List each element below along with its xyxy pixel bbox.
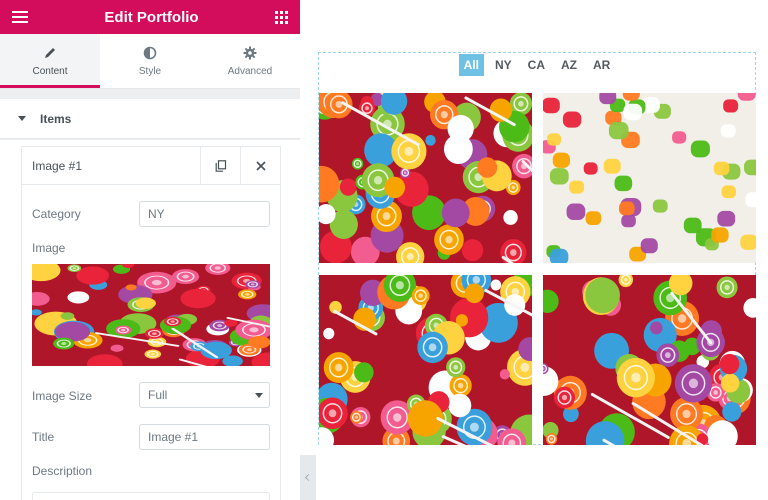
portfolio-widget[interactable]: All NY CA AZ AR [318, 52, 756, 445]
portfolio-item-3[interactable] [319, 275, 532, 445]
title-label: Title [32, 430, 55, 444]
chevron-down-icon [255, 393, 263, 398]
copy-icon [215, 159, 226, 172]
tab-content-label: Content [32, 65, 68, 77]
remove-button[interactable] [240, 147, 280, 184]
panel-tabs: Content Style Advanced [0, 34, 300, 89]
image-label: Image [32, 241, 66, 255]
menu-icon[interactable] [12, 11, 28, 23]
title-field[interactable]: Image #1 [139, 424, 270, 450]
portfolio-filter-bar: All NY CA AZ AR [319, 54, 755, 78]
duplicate-button[interactable] [200, 147, 240, 184]
candy-photo-lollipops [319, 93, 532, 263]
category-field[interactable]: NY [139, 201, 270, 227]
gear-icon [243, 46, 257, 59]
category-value: NY [148, 207, 165, 221]
widgets-grid-icon[interactable] [275, 10, 288, 24]
section-items-toggle[interactable]: Items [0, 99, 300, 139]
panel-title: Edit Portfolio [104, 8, 199, 26]
panel-body: Image #1 Category NY Image Image Size Fu… [0, 140, 300, 500]
portfolio-item-4[interactable] [543, 275, 756, 445]
repeater-item-title[interactable]: Image #1 [22, 147, 200, 184]
portfolio-item-1[interactable] [319, 93, 532, 263]
candy-photo-lollipops-2 [543, 275, 756, 445]
tab-advanced-label: Advanced [227, 65, 273, 77]
title-value: Image #1 [148, 430, 199, 444]
image-size-select[interactable]: Full [139, 382, 270, 408]
panel-collapse-handle[interactable] [300, 455, 316, 500]
image-thumbnail [32, 264, 270, 366]
tab-style[interactable]: Style [100, 34, 200, 88]
filter-ny[interactable]: NY [490, 54, 517, 76]
editor-panel: Edit Portfolio Content Style Advanced It… [0, 0, 300, 500]
pencil-icon [45, 47, 55, 58]
candy-photo-gumdrops [543, 93, 756, 263]
candy-photo-jellies [319, 275, 532, 445]
section-title: Items [40, 111, 72, 126]
image-picker-thumbnail[interactable] [32, 264, 270, 366]
chevron-left-icon [304, 473, 312, 482]
repeater-item-header: Image #1 [22, 147, 280, 185]
filter-all[interactable]: All [458, 54, 484, 76]
tab-advanced[interactable]: Advanced [200, 34, 300, 88]
repeater-item: Image #1 Category NY Image Image Size Fu… [21, 146, 281, 500]
image-size-label: Image Size [32, 389, 93, 403]
description-field[interactable] [32, 492, 270, 500]
contrast-icon [143, 46, 157, 59]
close-icon [255, 160, 266, 171]
portfolio-item-2[interactable] [543, 93, 756, 263]
image-size-value: Full [148, 388, 168, 402]
tab-style-label: Style [138, 65, 162, 77]
filter-az[interactable]: AZ [556, 54, 582, 76]
filter-ar[interactable]: AR [588, 54, 615, 76]
panel-header: Edit Portfolio [0, 0, 300, 34]
caret-down-icon [18, 116, 26, 121]
category-label: Category [32, 207, 81, 221]
filter-ca[interactable]: CA [523, 54, 550, 76]
tab-content[interactable]: Content [0, 34, 100, 88]
description-label: Description [32, 464, 93, 478]
